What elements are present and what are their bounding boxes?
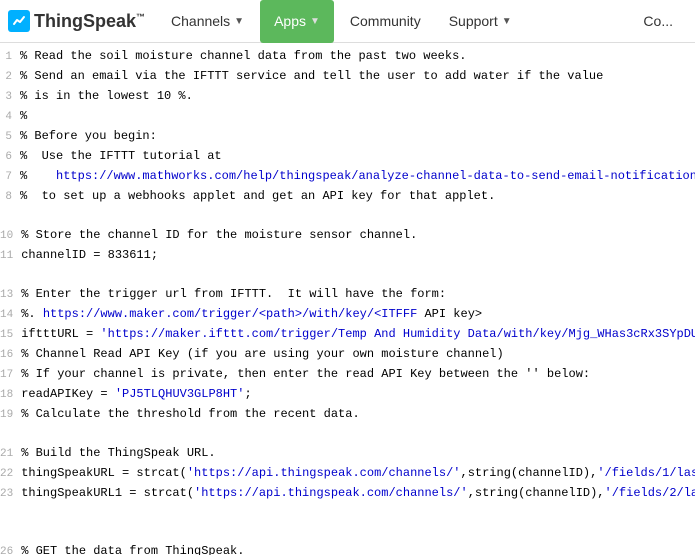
line-content: thingSpeakURL1 = strcat('https://api.thi… — [21, 484, 695, 503]
line-number: 3 — [0, 87, 20, 107]
line-number: 7 — [0, 167, 20, 187]
line-number: 15 — [0, 325, 21, 345]
line-content: % Calculate the threshold from the recen… — [21, 405, 695, 424]
line-number: 8 — [0, 187, 20, 207]
line-content: readAPIKey = 'PJ5TLQHUV3GLP8HT'; — [21, 385, 695, 404]
code-line: 18readAPIKey = 'PJ5TLQHUV3GLP8HT'; — [0, 385, 695, 405]
line-number: 5 — [0, 127, 20, 147]
line-number: 22 — [0, 464, 21, 484]
navbar: ThingSpeak™ Channels ▼ Apps ▼ Community … — [0, 0, 695, 43]
line-content: % to set up a webhooks applet and get an… — [20, 187, 695, 206]
corner-label: Co... — [643, 13, 673, 29]
code-line: 10% Store the channel ID for the moistur… — [0, 226, 695, 246]
code-line: 23thingSpeakURL1 = strcat('https://api.t… — [0, 484, 695, 504]
channels-caret: ▼ — [234, 16, 244, 27]
code-line — [0, 266, 695, 285]
nav-corner[interactable]: Co... — [629, 0, 687, 43]
code-area: 1% Read the soil moisture channel data f… — [0, 43, 695, 555]
code-line — [0, 504, 695, 523]
line-number: 18 — [0, 385, 21, 405]
line-content: % is in the lowest 10 %. — [20, 87, 695, 106]
nav-support[interactable]: Support ▼ — [435, 0, 526, 43]
line-number: 4 — [0, 107, 20, 127]
support-caret: ▼ — [502, 16, 512, 27]
code-line — [0, 425, 695, 444]
logo-name: ThingSpeak — [34, 11, 136, 31]
line-number: 2 — [0, 67, 20, 87]
line-content: %. https://www.maker.com/trigger/<path>/… — [21, 305, 695, 324]
apps-caret: ▼ — [310, 16, 320, 27]
line-content: % If your channel is private, then enter… — [21, 365, 695, 384]
support-label: Support — [449, 13, 498, 29]
code-line: 6% Use the IFTTT tutorial at — [0, 147, 695, 167]
community-label: Community — [350, 13, 421, 29]
code-line: 17% If your channel is private, then ent… — [0, 365, 695, 385]
line-content: thingSpeakURL = strcat('https://api.thin… — [21, 464, 695, 483]
channels-label: Channels — [171, 13, 230, 29]
line-number: 19 — [0, 405, 21, 425]
logo-tm: ™ — [136, 12, 145, 22]
logo-text: ThingSpeak™ — [34, 11, 145, 32]
code-line: 26% GET the data from ThingSpeak. — [0, 542, 695, 555]
line-number: 26 — [0, 542, 21, 555]
line-number: 17 — [0, 365, 21, 385]
line-number: 6 — [0, 147, 20, 167]
thingspeak-logo-icon — [8, 10, 30, 32]
code-line: 7% https://www.mathworks.com/help/things… — [0, 167, 695, 187]
logo-area[interactable]: ThingSpeak™ — [8, 10, 145, 32]
code-line: 11channelID = 833611; — [0, 246, 695, 266]
line-number: 16 — [0, 345, 21, 365]
line-content: % https://www.mathworks.com/help/thingsp… — [20, 167, 695, 186]
line-content: % Before you begin: — [20, 127, 695, 146]
code-line: 4% — [0, 107, 695, 127]
code-line: 13% Enter the trigger url from IFTTT. It… — [0, 285, 695, 305]
line-content: % Use the IFTTT tutorial at — [20, 147, 695, 166]
code-line: 8% to set up a webhooks applet and get a… — [0, 187, 695, 207]
nav-channels[interactable]: Channels ▼ — [157, 0, 258, 43]
apps-label: Apps — [274, 13, 306, 29]
line-number: 11 — [0, 246, 21, 266]
line-content: % Read the soil moisture channel data fr… — [20, 47, 695, 66]
line-number: 13 — [0, 285, 21, 305]
line-content: % Store the channel ID for the moisture … — [21, 226, 695, 245]
code-line: 5% Before you begin: — [0, 127, 695, 147]
line-content: % — [20, 107, 695, 126]
code-line: 21% Build the ThingSpeak URL. — [0, 444, 695, 464]
line-content: channelID = 833611; — [21, 246, 695, 265]
code-line: 3% is in the lowest 10 %. — [0, 87, 695, 107]
line-content: % Channel Read API Key (if you are using… — [21, 345, 695, 364]
code-line: 2% Send an email via the IFTTT service a… — [0, 67, 695, 87]
line-number: 23 — [0, 484, 21, 504]
line-content: % GET the data from ThingSpeak. — [21, 542, 695, 555]
line-number: 1 — [0, 47, 20, 67]
code-line — [0, 207, 695, 226]
nav-apps[interactable]: Apps ▼ — [260, 0, 334, 43]
code-line: 19% Calculate the threshold from the rec… — [0, 405, 695, 425]
code-line: 22thingSpeakURL = strcat('https://api.th… — [0, 464, 695, 484]
line-content: % Build the ThingSpeak URL. — [21, 444, 695, 463]
nav-community[interactable]: Community — [336, 0, 435, 43]
line-number: 10 — [0, 226, 21, 246]
code-line: 14%. https://www.maker.com/trigger/<path… — [0, 305, 695, 325]
line-number: 14 — [0, 305, 21, 325]
line-content: % Send an email via the IFTTT service an… — [20, 67, 695, 86]
code-line — [0, 523, 695, 542]
line-content: % Enter the trigger url from IFTTT. It w… — [21, 285, 695, 304]
line-number: 21 — [0, 444, 21, 464]
code-line: 16% Channel Read API Key (if you are usi… — [0, 345, 695, 365]
code-line: 15iftttURL = 'https://maker.ifttt.com/tr… — [0, 325, 695, 345]
code-line: 1% Read the soil moisture channel data f… — [0, 47, 695, 67]
line-content: iftttURL = 'https://maker.ifttt.com/trig… — [21, 325, 695, 344]
